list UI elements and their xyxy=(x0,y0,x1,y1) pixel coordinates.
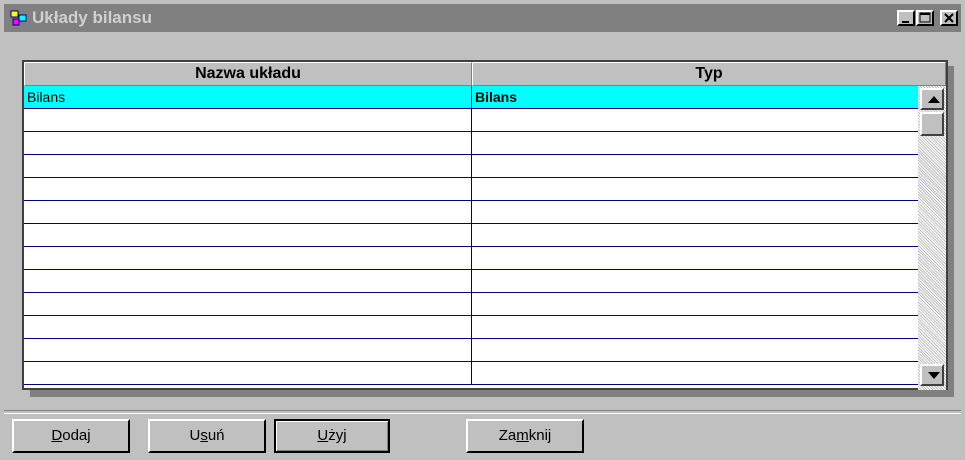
cell-name[interactable] xyxy=(24,132,472,154)
title-bar[interactable]: Układy bilansu xyxy=(4,4,961,32)
table-row[interactable] xyxy=(24,293,918,316)
cell-type[interactable] xyxy=(472,362,918,384)
cell-type[interactable] xyxy=(472,224,918,246)
delete-label-pre: U xyxy=(189,427,201,444)
close-button[interactable] xyxy=(940,10,958,26)
table-row[interactable] xyxy=(24,362,918,385)
cell-type[interactable] xyxy=(472,132,918,154)
cell-name[interactable]: Bilans xyxy=(24,86,472,108)
cell-name[interactable] xyxy=(24,201,472,223)
layouts-grid[interactable]: Nazwa układu Typ Bilans Bilans xyxy=(22,60,948,390)
close-icon xyxy=(944,13,954,23)
close-window-button[interactable]: Zamknij xyxy=(466,419,584,453)
delete-label-post: uń xyxy=(207,427,225,444)
cell-name[interactable] xyxy=(24,362,472,384)
cell-name[interactable] xyxy=(24,339,472,361)
cell-type[interactable] xyxy=(472,178,918,200)
table-row[interactable] xyxy=(24,316,918,339)
cell-type[interactable] xyxy=(472,155,918,177)
add-label-post: odaj xyxy=(62,427,91,444)
cell-name[interactable] xyxy=(24,224,472,246)
scroll-up-button[interactable] xyxy=(920,88,944,110)
cell-name[interactable] xyxy=(24,247,472,269)
scroll-down-button[interactable] xyxy=(920,364,944,386)
use-label-key: U xyxy=(317,427,329,444)
table-row[interactable] xyxy=(24,247,918,270)
app-icon xyxy=(10,10,27,26)
cell-name[interactable] xyxy=(24,316,472,338)
use-label-post: żyj xyxy=(328,427,347,444)
delete-label-key: s xyxy=(200,427,208,444)
separator xyxy=(4,410,961,414)
cell-type[interactable] xyxy=(472,270,918,292)
window-title: Układy bilansu xyxy=(32,8,152,27)
cell-name[interactable] xyxy=(24,270,472,292)
maximize-icon xyxy=(919,12,931,23)
add-button[interactable]: Dodaj xyxy=(12,419,130,453)
add-label-key: D xyxy=(51,427,63,444)
table-row[interactable] xyxy=(24,132,918,155)
table-row[interactable] xyxy=(24,201,918,224)
table-row[interactable] xyxy=(24,339,918,362)
grid-rows: Bilans Bilans xyxy=(24,86,918,385)
cell-name[interactable] xyxy=(24,155,472,177)
table-row[interactable]: Bilans Bilans xyxy=(24,86,918,109)
table-row[interactable] xyxy=(24,155,918,178)
cell-type[interactable]: Bilans xyxy=(472,86,918,108)
table-row[interactable] xyxy=(24,224,918,247)
table-row[interactable] xyxy=(24,270,918,293)
cell-type[interactable] xyxy=(472,316,918,338)
close-label-key: m xyxy=(516,427,529,444)
delete-button[interactable]: Usuń xyxy=(148,419,266,453)
cell-type[interactable] xyxy=(472,109,918,131)
arrow-down-icon xyxy=(928,372,940,379)
minimize-icon xyxy=(902,21,909,23)
scroll-thumb[interactable] xyxy=(920,112,944,136)
cell-type[interactable] xyxy=(472,201,918,223)
close-label-post: knij xyxy=(528,427,552,444)
table-row[interactable] xyxy=(24,178,918,201)
vertical-scrollbar[interactable] xyxy=(918,86,946,390)
minimize-button[interactable] xyxy=(897,10,915,26)
cell-type[interactable] xyxy=(472,339,918,361)
maximize-button[interactable] xyxy=(916,10,934,26)
cell-name[interactable] xyxy=(24,109,472,131)
window: Układy bilansu Nazwa układu Typ Bilans B… xyxy=(0,0,965,460)
close-label-pre: Za xyxy=(498,427,517,444)
column-header-name[interactable]: Nazwa układu xyxy=(24,62,472,86)
arrow-up-icon xyxy=(928,96,940,103)
use-button[interactable]: Użyj xyxy=(274,419,390,453)
cell-type[interactable] xyxy=(472,293,918,315)
cell-name[interactable] xyxy=(24,178,472,200)
cell-type[interactable] xyxy=(472,247,918,269)
grid-shadow xyxy=(30,389,954,397)
column-header-type[interactable]: Typ xyxy=(472,62,946,86)
table-row[interactable] xyxy=(24,109,918,132)
cell-name[interactable] xyxy=(24,293,472,315)
